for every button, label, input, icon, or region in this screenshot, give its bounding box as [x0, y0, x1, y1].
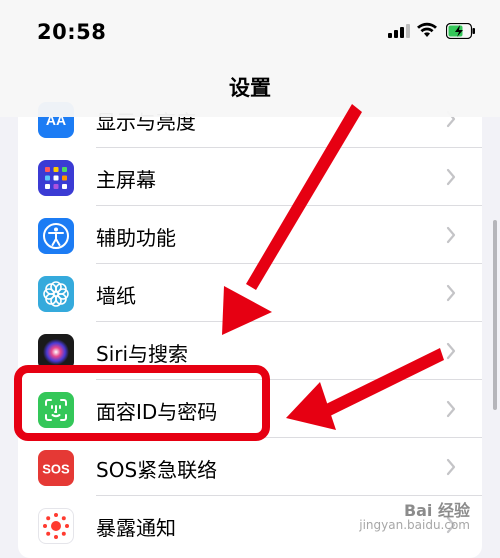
watermark: Bai 经验 jingyan.baidu.com: [359, 501, 470, 533]
annotation-arrow-down: [222, 104, 362, 335]
annotation-arrows: [222, 104, 444, 430]
watermark-logo: Bai 经验: [403, 501, 470, 520]
annotation-arrow-left: [286, 348, 444, 430]
watermark-url: jingyan.baidu.com: [359, 518, 470, 532]
